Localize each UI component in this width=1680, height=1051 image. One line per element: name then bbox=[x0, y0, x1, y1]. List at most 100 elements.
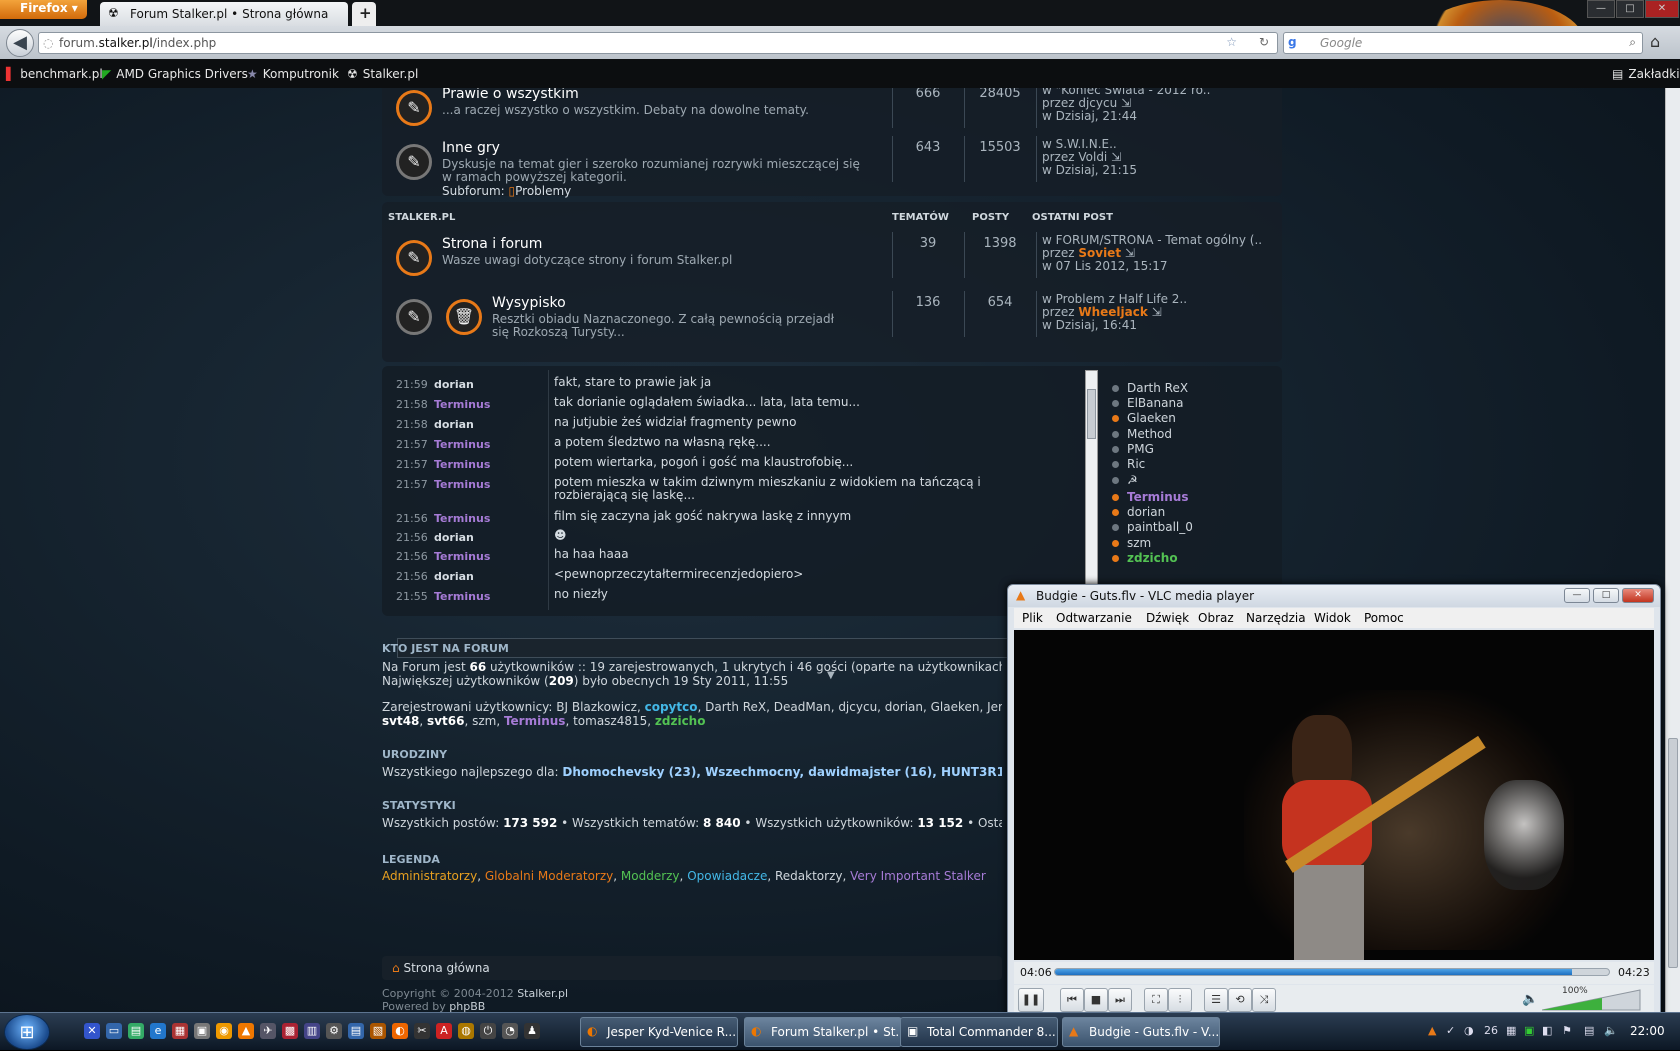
app5-icon[interactable]: ♟ bbox=[524, 1023, 540, 1039]
app2-icon[interactable]: ▥ bbox=[304, 1023, 320, 1039]
app3-icon[interactable]: ◍ bbox=[458, 1023, 474, 1039]
menu-plik[interactable]: Plik bbox=[1022, 611, 1043, 625]
app-icon[interactable]: ▦ bbox=[172, 1023, 188, 1039]
menu-narzedzia[interactable]: Narzędzia bbox=[1246, 611, 1306, 625]
bookmark-benchmark[interactable]: ▌ benchmark.pl bbox=[6, 67, 103, 81]
seek-bar[interactable] bbox=[1054, 968, 1610, 976]
chat-user[interactable]: Terminus bbox=[434, 458, 490, 471]
vlc-close-button[interactable]: ✕ bbox=[1622, 588, 1654, 603]
online-user[interactable]: szm bbox=[1112, 536, 1151, 550]
vlc-maximize-button[interactable]: □ bbox=[1593, 588, 1619, 603]
online-user[interactable]: ☭ bbox=[1112, 473, 1138, 487]
task-totalcommander[interactable]: ▣ Total Commander 8.... bbox=[900, 1017, 1058, 1047]
subforum-link[interactable]: Problemy bbox=[515, 184, 571, 198]
firefox-quick-icon[interactable]: ◐ bbox=[392, 1023, 408, 1039]
last-post-author[interactable]: djcycu bbox=[1078, 96, 1117, 110]
online-user[interactable]: zdzicho bbox=[1112, 551, 1178, 565]
scrollbar-thumb[interactable] bbox=[1668, 738, 1678, 968]
tray-vlc-icon[interactable]: ▲ bbox=[1428, 1024, 1436, 1037]
task-jesper[interactable]: ◐ Jesper Kyd-Venice R... bbox=[580, 1017, 738, 1047]
explorer-icon[interactable]: ▤ bbox=[128, 1023, 144, 1039]
section-title[interactable]: STALKER.PL bbox=[388, 212, 455, 223]
video-frame[interactable] bbox=[1014, 630, 1654, 960]
close-button[interactable]: ✕ bbox=[1645, 0, 1679, 18]
vlc-titlebar[interactable]: ▲ Budgie - Guts.flv - VLC media player —… bbox=[1008, 585, 1660, 607]
shuffle-button[interactable]: ⤨ bbox=[1252, 988, 1276, 1012]
forum-title[interactable]: Wysypisko bbox=[492, 295, 566, 311]
forum-title[interactable]: Prawie o wszystkim bbox=[442, 88, 579, 102]
winamp-icon[interactable]: ◉ bbox=[216, 1023, 232, 1039]
minimize-button[interactable]: — bbox=[1587, 0, 1615, 18]
chat-user[interactable]: Terminus bbox=[434, 478, 490, 491]
chat-user[interactable]: dorian bbox=[434, 570, 474, 583]
online-user[interactable]: Terminus bbox=[1112, 490, 1189, 504]
new-tab-button[interactable]: + bbox=[352, 2, 376, 26]
volume-slider[interactable]: 100% bbox=[1541, 986, 1642, 1011]
task-forum[interactable]: ◐ Forum Stalker.pl • St... bbox=[744, 1017, 902, 1047]
printer-icon[interactable]: ▤ bbox=[348, 1023, 364, 1039]
vlc-quick-icon[interactable]: ▲ bbox=[238, 1023, 254, 1039]
bookmarks-menu[interactable]: ▤ Zakładki bbox=[1612, 67, 1680, 81]
task-vlc[interactable]: ▲ Budgie - Guts.flv - V... bbox=[1062, 1017, 1220, 1047]
maximize-button[interactable]: □ bbox=[1616, 0, 1644, 18]
chat-user[interactable]: Terminus bbox=[434, 590, 490, 603]
adobe-icon[interactable]: A bbox=[436, 1023, 452, 1039]
home-icon[interactable]: ⌂ bbox=[1650, 32, 1660, 51]
tray-icon[interactable]: ▣ bbox=[1524, 1024, 1534, 1037]
online-user[interactable]: dorian bbox=[1112, 505, 1165, 519]
power-icon[interactable]: ⏻ bbox=[480, 1023, 496, 1039]
home-link[interactable]: Strona główna bbox=[403, 961, 489, 975]
tray-icon[interactable]: ✓ bbox=[1446, 1024, 1455, 1037]
url-bar[interactable]: ◌ forum.stalker.pl/index.php ☆ ↻ bbox=[38, 32, 1278, 54]
bookmark-star-icon[interactable]: ☆ bbox=[1226, 35, 1237, 49]
goto-post-icon[interactable]: ⇲ bbox=[1121, 96, 1131, 110]
forum-row[interactable]: ✎ Strona i forum Wasze uwagi dotyczące s… bbox=[382, 232, 1282, 288]
next-button[interactable]: ⏭ bbox=[1108, 988, 1132, 1012]
chat-user[interactable]: Terminus bbox=[434, 512, 490, 525]
chat-user[interactable]: dorian bbox=[434, 531, 474, 544]
menu-odtwarzanie[interactable]: Odtwarzanie bbox=[1056, 611, 1132, 625]
bookmark-komputronik[interactable]: ★ Komputronik bbox=[247, 67, 339, 81]
tray-icon[interactable]: ⚑ bbox=[1562, 1024, 1572, 1037]
online-user[interactable]: Darth ReX bbox=[1112, 381, 1188, 395]
steam-icon[interactable]: ⚙ bbox=[326, 1023, 342, 1039]
search-input[interactable]: g Google ⌕ bbox=[1283, 32, 1643, 54]
online-user[interactable]: ElBanana bbox=[1112, 396, 1183, 410]
tool2-icon[interactable]: ✂ bbox=[414, 1023, 430, 1039]
online-user[interactable]: Glaeken bbox=[1112, 411, 1176, 425]
tray-icon[interactable]: ▦ bbox=[1506, 1024, 1516, 1037]
calendar-icon[interactable]: ▣ bbox=[194, 1023, 210, 1039]
last-post-author[interactable]: Wheeljack bbox=[1078, 305, 1147, 319]
firefox-menu-button[interactable]: Firefox ▾ bbox=[0, 0, 87, 19]
network-icon[interactable]: ▤ bbox=[1584, 1024, 1594, 1037]
chat-user[interactable]: dorian bbox=[434, 378, 474, 391]
forum-row[interactable]: ✎ Inne gry Dyskusje na temat gier i szer… bbox=[382, 136, 1282, 198]
stop-button[interactable]: ■ bbox=[1084, 988, 1108, 1012]
tab-forum[interactable]: ☢ Forum Stalker.pl • Strona główna bbox=[100, 2, 348, 26]
tray-icon[interactable]: ◑ bbox=[1464, 1024, 1474, 1037]
online-user[interactable]: Method bbox=[1112, 427, 1172, 441]
goto-post-icon[interactable]: ⇲ bbox=[1125, 246, 1135, 260]
start-button[interactable]: ⊞ bbox=[4, 1014, 50, 1050]
loop-button[interactable]: ⟲ bbox=[1228, 988, 1252, 1012]
last-post-author[interactable]: Voldi bbox=[1078, 150, 1107, 164]
speaker-icon[interactable]: 🔈 bbox=[1522, 992, 1538, 1007]
forum-title[interactable]: Inne gry bbox=[442, 140, 500, 156]
search-icon[interactable]: ⌕ bbox=[1629, 35, 1636, 50]
clock[interactable]: 22:00 bbox=[1630, 1024, 1665, 1038]
forum-row[interactable]: ✎ 🗑 Wysypisko Resztki obiadu Naznaczoneg… bbox=[382, 291, 1282, 347]
fullscreen-button[interactable]: ⛶ bbox=[1144, 988, 1168, 1012]
archive-icon[interactable]: ▧ bbox=[370, 1023, 386, 1039]
menu-dzwiek[interactable]: Dźwięk bbox=[1146, 611, 1189, 625]
tray-temp-label[interactable]: 26 bbox=[1484, 1024, 1498, 1037]
goto-post-icon[interactable]: ⇲ bbox=[1152, 305, 1162, 319]
bookmark-amd[interactable]: ◤ AMD Graphics Drivers bbox=[102, 67, 248, 81]
menu-pomoc[interactable]: Pomoc bbox=[1364, 611, 1404, 625]
bookmark-stalker[interactable]: ☢ Stalker.pl bbox=[347, 67, 418, 81]
online-user[interactable]: paintball_0 bbox=[1112, 520, 1193, 534]
forum-title[interactable]: Strona i forum bbox=[442, 236, 542, 252]
quicklaunch-icon[interactable]: ✕ bbox=[84, 1023, 100, 1039]
online-user[interactable]: PMG bbox=[1112, 442, 1154, 456]
forum-row[interactable]: ✎ Prawie o wszystkim ...a raczej wszystk… bbox=[382, 88, 1282, 138]
app4-icon[interactable]: ◔ bbox=[502, 1023, 518, 1039]
